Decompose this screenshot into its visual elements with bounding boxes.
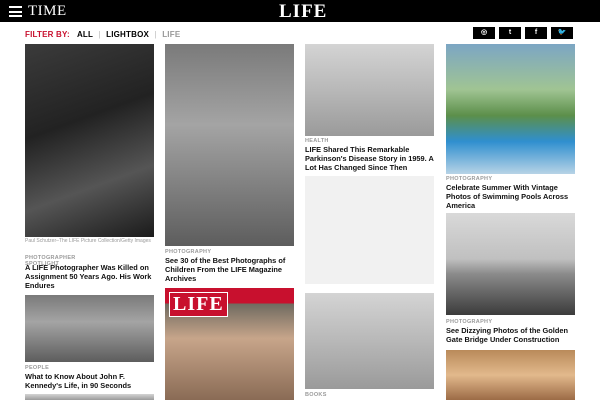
filter-label: FILTER BY: bbox=[25, 30, 70, 39]
article-title[interactable]: See Dizzying Photos of the Golden Gate B… bbox=[446, 326, 578, 344]
article-tag[interactable]: PEOPLE bbox=[25, 365, 49, 371]
life-logo[interactable]: LIFE bbox=[279, 1, 327, 23]
life-cover-badge: LIFE bbox=[169, 292, 228, 317]
article-title[interactable]: Celebrate Summer With Vintage Photos of … bbox=[446, 183, 578, 210]
article-image[interactable] bbox=[25, 44, 154, 237]
article-image[interactable] bbox=[446, 350, 575, 400]
filter-separator: | bbox=[98, 30, 101, 39]
article-title[interactable]: LIFE Shared This Remarkable Parkinson's … bbox=[305, 145, 437, 172]
article-image[interactable] bbox=[165, 44, 294, 246]
article-image[interactable]: LIFE bbox=[165, 288, 294, 400]
filter-all[interactable]: ALL bbox=[77, 30, 93, 39]
article-title[interactable]: A LIFE Photographer Was Killed on Assign… bbox=[25, 263, 157, 290]
time-logo[interactable]: TIME bbox=[28, 3, 67, 20]
article-title[interactable]: What to Know About John F. Kennedy's Lif… bbox=[25, 372, 157, 390]
hamburger-menu-icon[interactable] bbox=[9, 6, 22, 17]
top-navigation-bar: TIME LIFE bbox=[0, 0, 600, 22]
article-image[interactable] bbox=[25, 295, 154, 362]
article-image[interactable] bbox=[446, 213, 575, 315]
article-tag[interactable]: PHOTOGRAPHY bbox=[165, 249, 211, 255]
twitter-icon[interactable]: 🐦 bbox=[551, 27, 573, 39]
facebook-icon[interactable]: f bbox=[525, 27, 547, 39]
filter-separator: | bbox=[154, 30, 157, 39]
filter-life[interactable]: LIFE bbox=[162, 30, 180, 39]
article-image[interactable] bbox=[305, 44, 434, 136]
filter-bar: FILTER BY: ALL | LIGHTBOX | LIFE bbox=[25, 30, 180, 39]
article-image[interactable] bbox=[25, 394, 154, 400]
article-tag[interactable]: PHOTOGRAPHY bbox=[446, 319, 492, 325]
article-image[interactable] bbox=[305, 293, 434, 389]
article-image[interactable] bbox=[446, 44, 575, 174]
filter-lightbox[interactable]: LIGHTBOX bbox=[106, 30, 149, 39]
article-tag[interactable]: HEALTH bbox=[305, 138, 329, 144]
photo-credit: Paul Schutzer–The LIFE Picture Collectio… bbox=[25, 238, 151, 244]
ad-placeholder bbox=[305, 176, 434, 284]
article-tag[interactable]: BOOKS bbox=[305, 392, 327, 398]
tumblr-icon[interactable]: t bbox=[499, 27, 521, 39]
instagram-icon[interactable]: ◎ bbox=[473, 27, 495, 39]
article-title[interactable]: See 30 of the Best Photographs of Childr… bbox=[165, 256, 297, 283]
article-tag[interactable]: PHOTOGRAPHY bbox=[446, 176, 492, 182]
